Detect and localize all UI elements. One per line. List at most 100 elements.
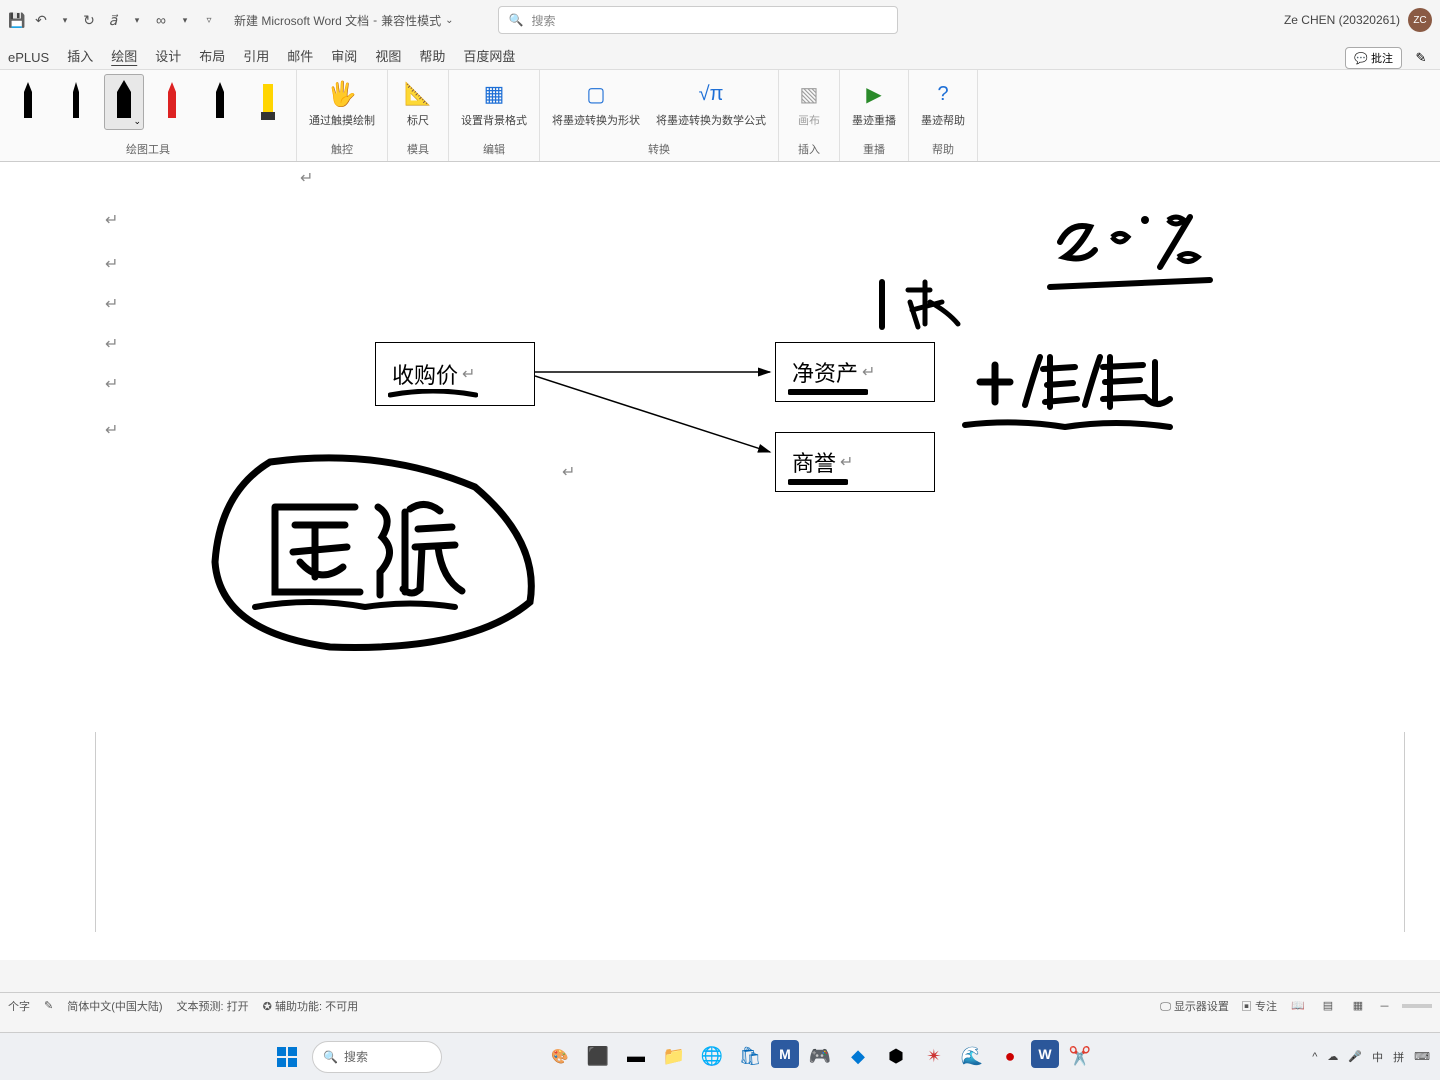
zoom-slider[interactable] xyxy=(1402,1004,1432,1008)
tray-ime-pinyin[interactable]: 拼 xyxy=(1393,1049,1404,1065)
tray-touchpad-icon[interactable]: ⌨ xyxy=(1414,1050,1430,1063)
vector-a-icon[interactable]: a⃗ xyxy=(104,11,122,29)
search-placeholder: 搜索 xyxy=(532,12,556,29)
ink-help-button[interactable]: ? 墨迹帮助 xyxy=(917,74,969,132)
editing-mode-button[interactable]: ✎ xyxy=(1410,47,1432,69)
infinity-icon[interactable]: ∞ xyxy=(152,11,170,29)
diagram-box-netassets[interactable]: 净资产 ↵ xyxy=(775,342,935,402)
qat-more-icon[interactable]: ▿ xyxy=(200,11,218,29)
system-tray: ^ ☁ 🎤 中 拼 ⌨ xyxy=(1312,1049,1430,1065)
taskbar-search[interactable]: 🔍 搜索 xyxy=(312,1041,442,1073)
taskbar-app-red[interactable]: ✴ xyxy=(917,1040,951,1074)
tab-baidu[interactable]: 百度网盘 xyxy=(463,46,515,69)
search-icon: 🔍 xyxy=(509,13,524,27)
doc-name-text: 新建 Microsoft Word 文档 xyxy=(234,12,369,29)
taskbar-app-store[interactable]: 🛍 xyxy=(733,1040,767,1074)
tab-view[interactable]: 视图 xyxy=(375,46,401,69)
taskbar-app-word[interactable]: W xyxy=(1031,1040,1059,1068)
status-accessibility[interactable]: ✪ 辅助功能: 不可用 xyxy=(263,998,358,1014)
focus-button[interactable]: ▣ 专注 xyxy=(1241,998,1277,1014)
display-settings-button[interactable]: 🖵 显示器设置 xyxy=(1160,998,1229,1014)
canvas-button[interactable]: ▧ 画布 xyxy=(787,74,831,132)
start-button[interactable] xyxy=(270,1040,304,1074)
group-label-pens: 绘图工具 xyxy=(126,139,170,157)
redo-icon[interactable]: ↻ xyxy=(80,11,98,29)
taskbar-app-snip[interactable]: ✂️ xyxy=(1063,1040,1097,1074)
pen-tool-black-thin[interactable] xyxy=(56,74,96,130)
tab-references[interactable]: 引用 xyxy=(243,46,269,69)
ribbon-group-convert: ▢ 将墨迹转换为形状 √π 将墨迹转换为数学公式 转换 xyxy=(540,70,779,161)
ruler-button[interactable]: 📐 标尺 xyxy=(396,74,440,132)
status-text-predict[interactable]: 文本预测: 打开 xyxy=(177,998,249,1014)
tab-eplus[interactable]: ePLUS xyxy=(8,50,49,69)
shape-icon: ▢ xyxy=(587,82,606,107)
taskbar-app-dark[interactable]: ⬢ xyxy=(879,1040,913,1074)
paragraph-mark-icon: ↵ xyxy=(562,462,575,482)
tab-mailings[interactable]: 邮件 xyxy=(287,46,313,69)
avatar[interactable]: ZC xyxy=(1408,8,1432,32)
tray-chevron-icon[interactable]: ^ xyxy=(1312,1051,1317,1063)
touch-draw-button[interactable]: 🖐 通过触摸绘制 xyxy=(305,74,379,132)
paragraph-mark-icon: ↵ xyxy=(105,420,118,440)
tray-ime-zh[interactable]: 中 xyxy=(1372,1049,1383,1065)
ink-underline xyxy=(788,477,848,487)
taskbar-app-m[interactable]: M xyxy=(771,1040,799,1068)
canvas-icon: ▧ xyxy=(800,82,819,107)
search-input[interactable]: 🔍 搜索 xyxy=(498,6,898,34)
taskbar-app-record[interactable]: ● xyxy=(993,1040,1027,1074)
chevron-down-icon[interactable]: ⌄ xyxy=(133,116,141,127)
pen-tool-black-thick[interactable]: ⌄ xyxy=(104,74,144,130)
taskbar-app-1[interactable]: 🎨 xyxy=(543,1040,577,1074)
qat-dropdown-icon[interactable]: ▾ xyxy=(128,11,146,29)
comments-button[interactable]: 💬 批注 xyxy=(1345,47,1402,69)
print-layout-icon[interactable]: ▤ xyxy=(1319,997,1337,1015)
pen-tool-red[interactable] xyxy=(152,74,192,130)
group-label-convert: 转换 xyxy=(648,139,670,157)
qat-dropdown-icon[interactable]: ▾ xyxy=(56,11,74,29)
diagram-box-acquisition[interactable]: 收购价 ↵ xyxy=(375,342,535,406)
zoom-out-button[interactable]: － xyxy=(1379,998,1390,1014)
taskbar-app-taskview[interactable]: ▬ xyxy=(619,1040,653,1074)
taskbar-app-wave[interactable]: 🌊 xyxy=(955,1040,989,1074)
status-language[interactable]: 简体中文(中国大陆) xyxy=(67,998,162,1014)
group-label-replay: 重播 xyxy=(863,139,885,157)
user-name-text[interactable]: Ze CHEN (20320261) xyxy=(1284,13,1400,27)
taskbar-app-explorer[interactable]: 📁 xyxy=(657,1040,691,1074)
taskbar-app-edge[interactable]: 🌐 xyxy=(695,1040,729,1074)
format-background-button[interactable]: ▦ 设置背景格式 xyxy=(457,74,531,132)
chevron-down-icon[interactable]: ⌄ xyxy=(445,15,453,26)
search-icon: 🔍 xyxy=(323,1050,338,1064)
diagram-box-goodwill[interactable]: 商誉 ↵ xyxy=(775,432,935,492)
group-label-stencil: 模具 xyxy=(407,139,429,157)
tab-insert[interactable]: 插入 xyxy=(67,46,93,69)
highlighter-yellow[interactable] xyxy=(248,74,288,130)
tab-review[interactable]: 审阅 xyxy=(331,46,357,69)
ink-replay-button[interactable]: ▶ 墨迹重播 xyxy=(848,74,900,132)
web-layout-icon[interactable]: ▦ xyxy=(1349,997,1367,1015)
document-canvas[interactable]: ↵ ↵ ↵ ↵ ↵ ↵ ↵ ↵ 收购价 ↵ 净资产 ↵ 商誉 ↵ xyxy=(0,162,1440,960)
read-mode-icon[interactable]: 📖 xyxy=(1289,997,1307,1015)
ink-to-math-button[interactable]: √π 将墨迹转换为数学公式 xyxy=(652,74,770,132)
status-word-count[interactable]: 个字 xyxy=(8,998,30,1014)
user-area: Ze CHEN (20320261) ZC xyxy=(1284,8,1432,32)
pen-tool-black-fine[interactable] xyxy=(8,74,48,130)
tray-onedrive-icon[interactable]: ☁ xyxy=(1327,1050,1338,1063)
tab-help[interactable]: 帮助 xyxy=(419,46,445,69)
ink-to-shape-button[interactable]: ▢ 将墨迹转换为形状 xyxy=(548,74,644,132)
qat-dropdown-icon[interactable]: ▾ xyxy=(176,11,194,29)
status-spellcheck-icon[interactable]: ✎ xyxy=(44,999,53,1012)
save-icon[interactable]: 💾 xyxy=(8,11,26,29)
status-bar: 个字 ✎ 简体中文(中国大陆) 文本预测: 打开 ✪ 辅助功能: 不可用 🖵 显… xyxy=(0,992,1440,1018)
tab-draw[interactable]: 绘图 xyxy=(111,46,137,69)
play-icon: ▶ xyxy=(866,82,881,107)
ribbon-tabs: ePLUS 插入 绘图 设计 布局 引用 邮件 审阅 视图 帮助 百度网盘 💬 … xyxy=(0,40,1440,70)
tab-design[interactable]: 设计 xyxy=(155,46,181,69)
tab-layout[interactable]: 布局 xyxy=(199,46,225,69)
undo-icon[interactable]: ↶ xyxy=(32,11,50,29)
taskbar-app-xbox[interactable]: 🎮 xyxy=(803,1040,837,1074)
tray-mic-icon[interactable]: 🎤 xyxy=(1348,1050,1362,1063)
taskbar-app-2[interactable]: ⬛ xyxy=(581,1040,615,1074)
taskbar-app-blue[interactable]: ◆ xyxy=(841,1040,875,1074)
pen-tool-black-alt[interactable] xyxy=(200,74,240,130)
titlebar: 💾 ↶ ▾ ↻ a⃗ ▾ ∞ ▾ ▿ 新建 Microsoft Word 文档 … xyxy=(0,0,1440,40)
